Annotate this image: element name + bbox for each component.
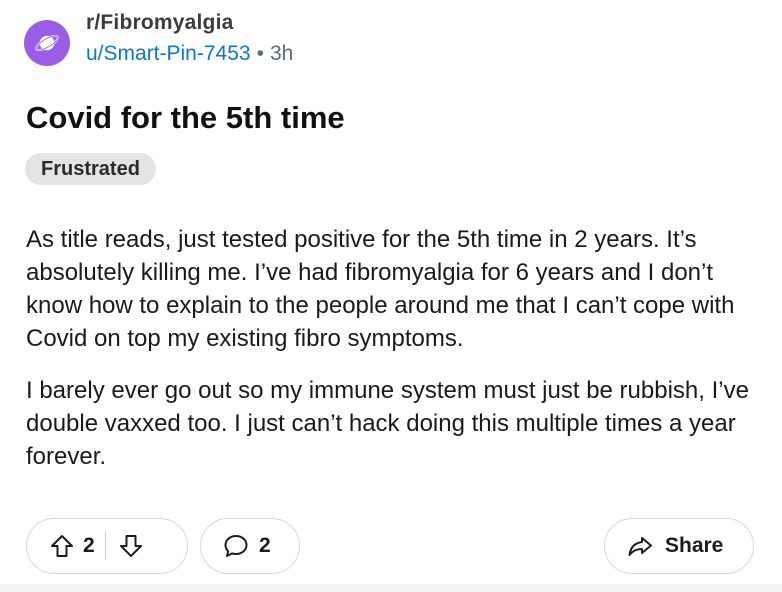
author-link[interactable]: u/Smart-Pin-7453 [86, 42, 251, 65]
vote-control: 2 [26, 518, 188, 574]
planet-icon [34, 30, 60, 56]
share-arrow-icon [627, 533, 653, 559]
meta-separator: • [256, 42, 264, 65]
body-paragraph: As title reads, just tested positive for… [26, 226, 735, 352]
post-flair[interactable]: Frustrated [25, 153, 156, 185]
reddit-post: r/Fibromyalgia u/Smart-Pin-7453 • 3h Covid… [0, 0, 782, 592]
comments-button[interactable]: 2 [200, 518, 300, 574]
share-label: Share [665, 534, 724, 557]
share-button[interactable]: Share [604, 518, 754, 574]
post-title[interactable]: Covid for the 5th time [26, 100, 345, 136]
post-age: 3h [269, 42, 294, 65]
subreddit-avatar[interactable] [24, 20, 70, 66]
arrow-down-icon[interactable] [118, 533, 144, 559]
post-actions: 2 2 Share [0, 518, 782, 576]
subreddit-name[interactable]: r/Fibromyalgia [86, 11, 234, 35]
post-body: As title reads, just tested positive for… [26, 223, 766, 492]
feed-divider [0, 584, 782, 592]
vote-divider [104, 532, 106, 560]
body-paragraph: I barely ever go out so my immune system… [26, 377, 749, 470]
speech-bubble-icon [223, 533, 249, 559]
arrow-up-icon[interactable] [49, 533, 75, 559]
post-meta: u/Smart-Pin-7453 • 3h [86, 42, 293, 66]
upvote-count: 2 [83, 534, 95, 557]
comment-count: 2 [259, 534, 271, 557]
